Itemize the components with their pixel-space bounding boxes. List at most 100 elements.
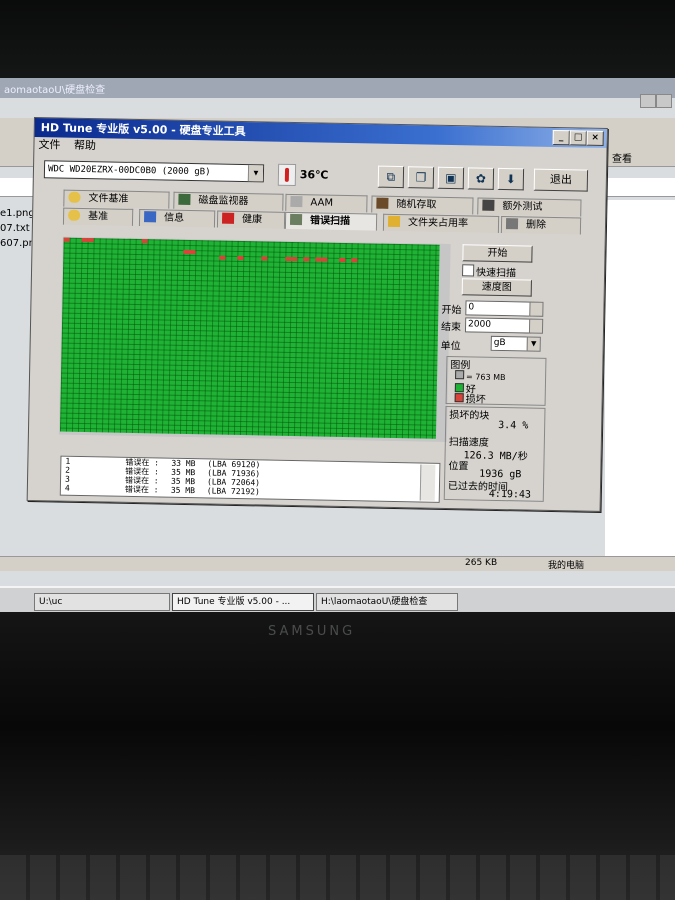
unit-select[interactable]: gB [490, 335, 529, 352]
taskbar: U:\uc HD Tune 专业版 v5.00 - ... H:\laomaot… [0, 586, 675, 614]
legend-bad-swatch [454, 393, 464, 403]
background-window-titlebar: aomaotaoU\硬盘检查 [0, 78, 675, 98]
hdtune-window: HD Tune 专业版 v5.00 - 硬盘专业工具 _ □ × 文件 帮助 W… [26, 117, 608, 512]
start-field-label: 开始 [441, 304, 462, 317]
error-scan-icon [289, 213, 303, 226]
random-access-icon [376, 197, 389, 209]
bad-block [303, 257, 310, 262]
tab-aam[interactable]: AAM [285, 193, 368, 213]
status-location: 我的电脑 [548, 561, 585, 571]
bg-minimize-button[interactable] [640, 94, 656, 108]
minimize-button[interactable]: _ [552, 129, 570, 146]
bad-block [87, 238, 94, 243]
thermometer-icon [277, 163, 297, 187]
quick-scan-label: 快速扫描 [475, 267, 517, 280]
tab-erase[interactable]: 删除 [500, 215, 582, 235]
save-icon: ▣ [445, 170, 457, 186]
copy-info-button[interactable]: ⧉ [377, 165, 405, 189]
speaker-icon [290, 195, 303, 208]
copy-all-button[interactable]: ❐ [407, 166, 435, 189]
tab-random-access[interactable]: 随机存取 [371, 195, 474, 215]
damaged-blocks-label: 损坏的块 [449, 410, 490, 422]
statistics-group: 损坏的块 3.4 % 扫描速度 126.3 MB/秒 位置 1936 gB 已过… [443, 405, 546, 502]
bad-block [321, 257, 328, 262]
save-button[interactable]: ▣ [437, 166, 465, 190]
legend-bad: 损坏 [454, 390, 486, 406]
close-button[interactable]: × [586, 130, 604, 146]
legend-block-swatch [455, 370, 465, 380]
tab-error-scan[interactable]: 错误扫描 [284, 211, 378, 231]
tab-file-benchmark[interactable]: 文件基准 [63, 189, 170, 209]
position-label: 位置 [448, 461, 469, 473]
bad-block [63, 237, 70, 242]
monitor-bezel-top [0, 0, 675, 82]
unit-dropdown-arrow[interactable]: ▼ [526, 336, 541, 352]
start-spinner[interactable] [529, 301, 544, 317]
elapsed-time-value: 4:19:43 [488, 488, 532, 501]
bad-block [339, 257, 346, 263]
unit-select-value: gB [493, 337, 506, 349]
bad-block [291, 256, 298, 262]
drive-select-value: WDC WD20EZRX-00DC0B0 (2000 gB) [47, 164, 211, 178]
bad-block [219, 255, 226, 260]
legend-group: 图例 = 763 MB 好 损坏 [445, 355, 547, 406]
scan-block-map [59, 237, 440, 439]
background-statusbar: 265 KB 我的电脑 [0, 556, 675, 571]
health-cross-icon [221, 212, 235, 224]
keyboard [0, 855, 675, 900]
tab-benchmark[interactable]: 基准 [62, 207, 134, 226]
info-icon [144, 211, 157, 223]
tab-info[interactable]: 信息 [138, 209, 216, 228]
file-benchmark-icon [68, 191, 81, 203]
maximize-button[interactable]: □ [569, 130, 587, 146]
bad-block [141, 239, 148, 244]
copy-icon: ⧉ [386, 169, 396, 184]
tab-disk-monitor[interactable]: 磁盘监视器 [173, 191, 284, 211]
start-scan-button[interactable]: 开始 [462, 244, 533, 263]
speed-map-button[interactable]: 速度图 [461, 278, 532, 297]
erase-icon [505, 218, 519, 230]
disk-monitor-icon [178, 193, 191, 206]
exit-button[interactable]: 退出 [533, 168, 589, 192]
benchmark-icon [68, 209, 81, 221]
chevron-down-icon: ▼ [247, 165, 264, 182]
menu-help[interactable]: 帮助 [74, 139, 96, 152]
unit-field-label: 单位 [440, 340, 461, 353]
tab-health[interactable]: 健康 [216, 210, 286, 229]
scan-control-pane: 开始 快速扫描 速度图 开始 0 结束 2000 单位 gB ▼ 图例 = 76… [441, 244, 593, 506]
bad-block [261, 256, 268, 261]
quick-scan-checkbox[interactable] [462, 264, 475, 277]
bad-block [351, 258, 358, 263]
tab-folder-usage[interactable]: 文件夹占用率 [382, 213, 500, 233]
options-icon: ✿ [475, 171, 487, 186]
background-content-pane [605, 200, 675, 560]
taskbar-item-folder[interactable]: H:\laomaotaoU\硬盘检查 [316, 593, 458, 611]
hdtune-title: HD Tune 专业版 v5.00 - 硬盘专业工具 [40, 121, 246, 139]
bg-maximize-button[interactable] [656, 94, 672, 108]
error-log-list[interactable]: 1 错误在 :33 MB (LBA 69120) 2 错误在 :35 MB (LBA 7… [59, 455, 441, 503]
bad-block [237, 255, 244, 261]
options-button[interactable]: ✿ [467, 167, 495, 190]
tab-extra-tests[interactable]: 额外测试 [477, 197, 582, 217]
menu-file[interactable]: 文件 [38, 138, 60, 151]
copy-all-icon: ❐ [415, 170, 427, 185]
extra-tests-icon [482, 199, 495, 211]
drive-select[interactable]: WDC WD20EZRX-00DC0B0 (2000 gB) ▼ [43, 160, 265, 183]
end-spinner[interactable] [528, 318, 544, 334]
monitor-brand-logo: SAMSUNG [268, 624, 356, 639]
end-input[interactable]: 2000 [464, 317, 532, 334]
download-button[interactable]: ⬇ [497, 167, 525, 191]
background-window-title: aomaotaoU\硬盘检查 [4, 85, 106, 96]
temperature-value: 36℃ [299, 168, 329, 182]
scan-speed-value: 126.3 MB/秒 [463, 450, 528, 463]
start-input[interactable]: 0 [465, 300, 532, 317]
end-field-label: 结束 [440, 321, 462, 334]
taskbar-item[interactable]: U:\uc [34, 593, 170, 611]
temperature-display: 36℃ [277, 163, 329, 187]
taskbar-item-hdtune[interactable]: HD Tune 专业版 v5.00 - ... [172, 593, 314, 611]
bad-block [189, 250, 196, 255]
damaged-blocks-value: 3.4 % [498, 419, 529, 432]
error-log-scrollbar[interactable] [419, 464, 436, 501]
view-button-label[interactable]: 查看 [612, 150, 632, 165]
status-size: 265 KB [465, 558, 498, 568]
